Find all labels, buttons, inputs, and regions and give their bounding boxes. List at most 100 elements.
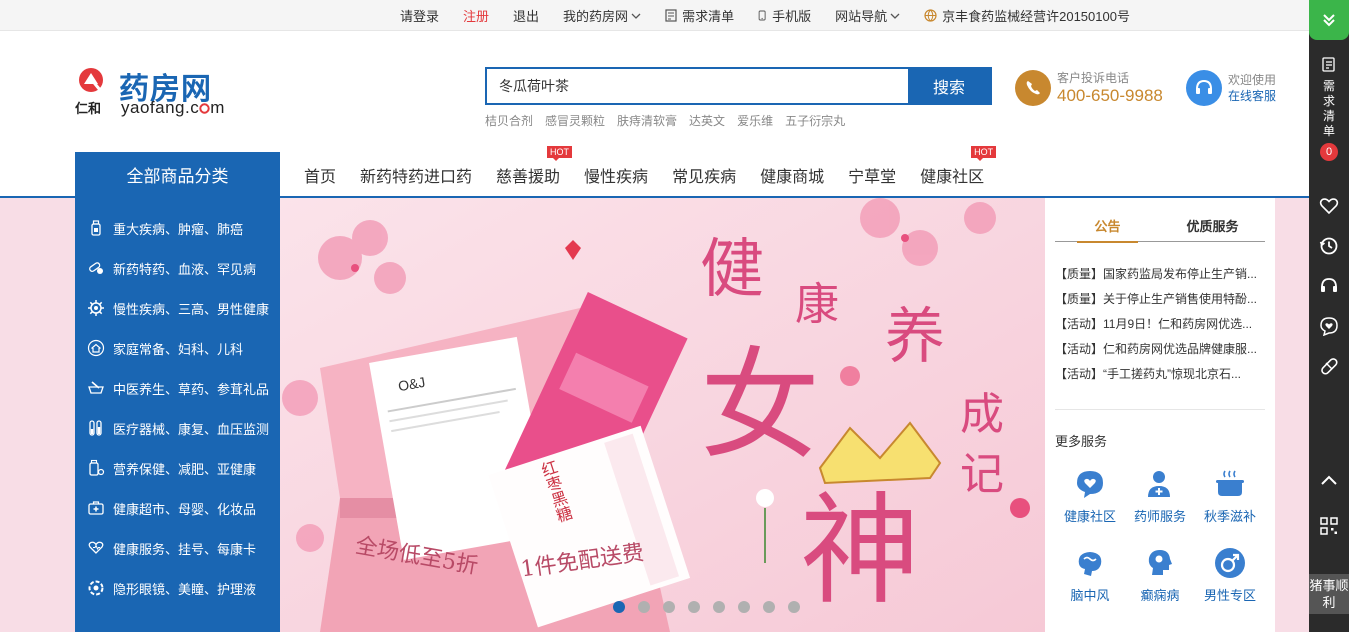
notice-item[interactable]: 【质量】关于停止生产销售使用特酚... — [1055, 287, 1265, 312]
search-box: 搜索 — [485, 67, 992, 105]
nav-item-chronic[interactable]: 慢性疾病 — [584, 163, 648, 187]
toolbar-history[interactable] — [1309, 226, 1349, 266]
notice-item[interactable]: 【活动】“手工搓药丸”惊现北京石... — [1055, 362, 1265, 387]
house-icon — [87, 339, 105, 357]
carousel-dot[interactable] — [788, 601, 800, 613]
service-label: 脑中风 — [1070, 588, 1110, 603]
service-item[interactable]: 脑中风 — [1055, 547, 1125, 604]
category-label: 重大疾病、肿瘤、肺癌 — [113, 221, 244, 237]
hot-badge: HOT — [971, 145, 997, 161]
service-item[interactable]: 药师服务 — [1125, 468, 1195, 525]
category-label: 新药特药、血液、罕见病 — [113, 261, 257, 277]
hot-keyword[interactable]: 桔贝合剂 — [485, 112, 533, 129]
category-item[interactable]: 慢性疾病、三高、男性健康 — [75, 288, 280, 328]
search-input[interactable] — [487, 69, 908, 103]
main-nav: 全部商品分类 首页 新药特药进口药 慈善援助 HOT 慢性疾病 常见疾病 健康商城… — [75, 145, 997, 197]
my-pharmacy-menu[interactable]: 我的药房网 — [563, 6, 641, 25]
nav-item-new-drugs[interactable]: 新药特药进口药 — [360, 163, 472, 187]
all-categories-button[interactable]: 全部商品分类 — [75, 152, 280, 197]
nav-item-mall[interactable]: 健康商城 — [760, 163, 824, 187]
supplement-icon — [89, 459, 105, 476]
globe-icon — [924, 9, 937, 22]
nav-item-home[interactable]: 首页 — [304, 163, 336, 187]
toolbar-favorites[interactable] — [1309, 186, 1349, 226]
tab-announcements[interactable]: 公告 — [1055, 216, 1160, 243]
login-link[interactable]: 请登录 — [400, 6, 439, 25]
online-service[interactable]: 欢迎使用 在线客服 — [1186, 70, 1276, 106]
nav-item-common[interactable]: 常见疾病 — [672, 163, 736, 187]
capsule-icon — [1321, 358, 1338, 375]
logo-sub-cn: 仁和 — [75, 102, 102, 117]
carousel-dot[interactable] — [713, 601, 725, 613]
service-item[interactable]: 男性专区 — [1195, 547, 1265, 604]
collapse-toolbar-button[interactable] — [1309, 0, 1349, 40]
hotline-label: 客户投诉电话 — [1057, 71, 1130, 85]
banner-artwork — [280, 198, 1045, 632]
toolbar-customer-service[interactable] — [1309, 266, 1349, 306]
banner-headline-1: 健 — [700, 233, 764, 307]
hotline-number: 400-650-9988 — [1057, 86, 1163, 105]
hot-keyword[interactable]: 五子衍宗丸 — [785, 112, 845, 129]
nav-item-ningcaotang[interactable]: 宁草堂 — [848, 163, 896, 187]
hot-keyword[interactable]: 爱乐维 — [737, 112, 773, 129]
mobile-link[interactable]: 手机版 — [758, 6, 811, 25]
demand-list-link[interactable]: 需求清单 — [665, 6, 734, 25]
service-item[interactable]: 癫痫病 — [1125, 547, 1195, 604]
service-item[interactable]: 秋季滋补 — [1195, 468, 1265, 525]
category-item[interactable]: 医疗器械、康复、血压监测 — [75, 408, 280, 448]
category-item[interactable]: 隐形眼镜、美瞳、护理液 — [75, 568, 280, 608]
hot-keywords: 桔贝合剂 感冒灵颗粒 肤痔清软膏 达英文 爱乐维 五子衍宗丸 — [485, 112, 845, 129]
service-label: 药师服务 — [1133, 509, 1186, 524]
nav-item-community[interactable]: 健康社区 HOT — [920, 145, 997, 187]
notice-item[interactable]: 【质量】国家药监局发布停止生产销... — [1055, 262, 1265, 287]
top-bar: 请登录 注册 退出 我的药房网 需求清单 手机版 网站导航 京丰食药监械经营许2… — [0, 0, 1309, 31]
license-label: 京丰食药监械经营许20150100号 — [942, 9, 1130, 24]
category-item[interactable]: 家庭常备、妇科、儿科 — [75, 328, 280, 368]
carousel-dot[interactable] — [738, 601, 750, 613]
category-item[interactable]: 中医养生、草药、参茸礼品 — [75, 368, 280, 408]
notice-item[interactable]: 【活动】仁和药房网优选品牌健康服... — [1055, 337, 1265, 362]
search-button[interactable]: 搜索 — [908, 69, 990, 103]
category-item[interactable]: 健康超市、母婴、化妆品 — [75, 488, 280, 528]
carousel-dot[interactable] — [638, 601, 650, 613]
demand-list-label: 需求清单 — [682, 9, 735, 24]
hot-keyword[interactable]: 达英文 — [689, 112, 725, 129]
logo-o-dot-icon — [199, 103, 210, 114]
carousel-dots — [613, 601, 800, 613]
nav-item-charity[interactable]: 慈善援助 HOT — [496, 145, 573, 187]
logout-link[interactable]: 退出 — [513, 6, 539, 25]
bottle-icon — [91, 220, 101, 236]
notice-list: 【质量】国家药监局发布停止生产销... 【质量】关于停止生产销售使用特酚... … — [1055, 262, 1265, 387]
category-item[interactable]: 营养保健、减肥、亚健康 — [75, 448, 280, 488]
toolbar-pharmacy[interactable] — [1309, 346, 1349, 386]
hot-keyword[interactable]: 感冒灵颗粒 — [545, 112, 605, 129]
toolbar-health-chat[interactable] — [1309, 306, 1349, 346]
toolbar-greeting[interactable]: 猪事顺利 — [1309, 574, 1349, 614]
tab-quality-service[interactable]: 优质服务 — [1160, 216, 1265, 241]
clipboard-icon — [1321, 57, 1335, 72]
online-service-link[interactable]: 在线客服 — [1228, 88, 1276, 104]
hero-banner[interactable]: 健 康 养 成 记 女 神 O&J 红枣黑糖 全场低至5折 1件免配送费 — [280, 198, 1045, 632]
nav-item-label: 常见疾病 — [672, 168, 737, 186]
carousel-dot[interactable] — [663, 601, 675, 613]
hot-keyword[interactable]: 肤痔清软膏 — [617, 112, 677, 129]
category-item[interactable]: 重大疾病、肿瘤、肺癌 — [75, 208, 280, 248]
nav-item-label: 宁草堂 — [848, 168, 897, 186]
carousel-dot[interactable] — [688, 601, 700, 613]
license-link[interactable]: 京丰食药监械经营许20150100号 — [924, 6, 1130, 25]
toolbar-qrcode[interactable] — [1309, 506, 1349, 546]
toolbar-demand-list[interactable]: 需求清单 0 — [1309, 40, 1349, 186]
category-item[interactable]: 健康服务、挂号、每康卡 — [75, 528, 280, 568]
service-label: 癫痫病 — [1140, 588, 1180, 603]
register-link[interactable]: 注册 — [463, 6, 489, 25]
service-item[interactable]: 健康社区 — [1055, 468, 1125, 525]
gear-icon — [88, 300, 104, 316]
category-item[interactable]: 新药特药、血液、罕见病 — [75, 248, 280, 288]
carousel-dot[interactable] — [763, 601, 775, 613]
notice-item[interactable]: 【活动】11月9日！仁和药房网优选... — [1055, 312, 1265, 337]
toolbar-back-to-top[interactable] — [1309, 460, 1349, 500]
carousel-dot-active[interactable] — [613, 601, 625, 613]
site-nav-menu[interactable]: 网站导航 — [835, 6, 900, 25]
site-logo[interactable]: 仁和 药房网 yaofang.c m — [75, 66, 250, 118]
male-icon — [1215, 548, 1245, 578]
